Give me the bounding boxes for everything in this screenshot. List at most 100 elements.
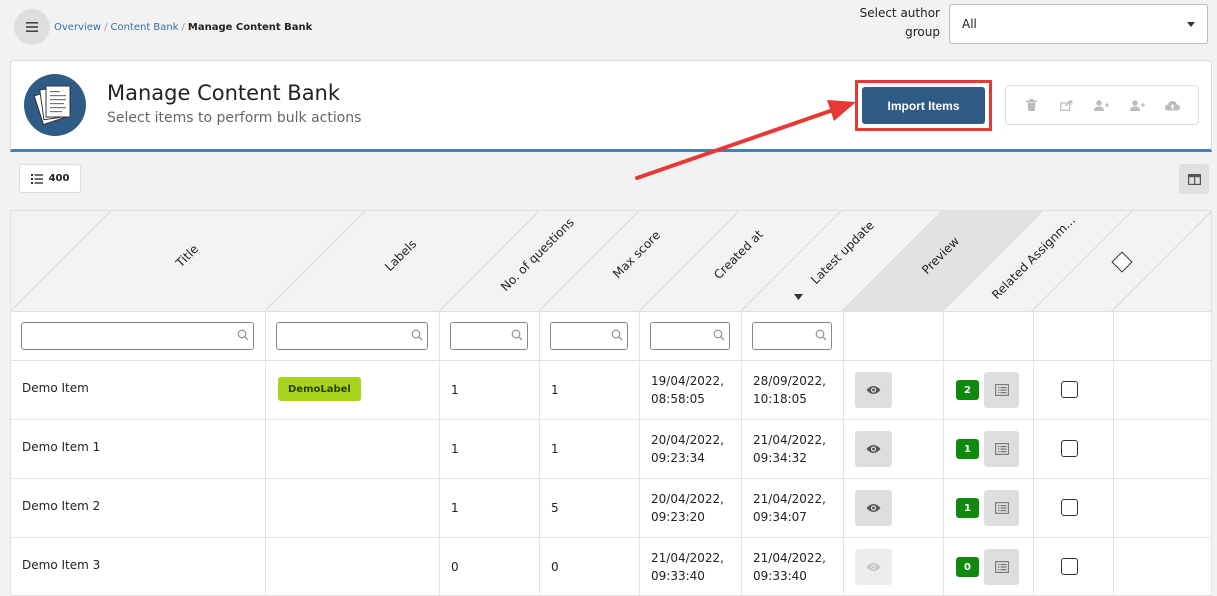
row-questions: 1 bbox=[451, 501, 459, 515]
column-divider bbox=[265, 311, 266, 595]
row-updated-date: 21/04/2022, bbox=[753, 492, 826, 506]
column-divider bbox=[1033, 311, 1034, 595]
page-header-card: Manage Content Bank Select items to perf… bbox=[10, 60, 1212, 152]
assignments-list-button[interactable] bbox=[984, 549, 1019, 585]
cloud-upload-icon[interactable] bbox=[1162, 95, 1182, 115]
row-title[interactable]: Demo Item 2 bbox=[22, 497, 100, 515]
page-title: Manage Content Bank bbox=[107, 81, 341, 105]
row-updated-date: 28/09/2022, bbox=[753, 374, 826, 388]
page-subtitle: Select items to perform bulk actions bbox=[107, 110, 362, 126]
menu-button[interactable] bbox=[14, 9, 50, 45]
item-count: 400 bbox=[48, 173, 70, 184]
row-updated-date: 21/04/2022, bbox=[753, 433, 826, 447]
latest-update-filter-input[interactable] bbox=[752, 322, 832, 350]
created-at-filter-input[interactable] bbox=[650, 322, 730, 350]
list-icon bbox=[30, 173, 43, 184]
search-icon bbox=[611, 329, 623, 341]
row-created-time: 09:23:20 bbox=[651, 510, 705, 524]
breadcrumb-separator: / bbox=[104, 22, 108, 33]
list-alt-icon bbox=[994, 561, 1009, 573]
breadcrumb-content-bank[interactable]: Content Bank bbox=[110, 22, 178, 33]
row-questions: 0 bbox=[451, 560, 459, 574]
row-created-date: 20/04/2022, bbox=[651, 492, 724, 506]
search-icon bbox=[237, 329, 249, 341]
share-icon[interactable] bbox=[1057, 95, 1077, 115]
hamburger-icon bbox=[26, 22, 38, 32]
eye-icon bbox=[866, 386, 881, 394]
table-row[interactable]: Demo Item DemoLabel 1 1 19/04/2022, 08:5… bbox=[11, 361, 1211, 420]
assignments-list-button[interactable] bbox=[984, 431, 1019, 467]
list-alt-icon bbox=[994, 502, 1009, 514]
row-select-checkbox[interactable] bbox=[1061, 558, 1078, 575]
assignment-count-badge[interactable]: 1 bbox=[956, 439, 979, 459]
row-updated-date: 21/04/2022, bbox=[753, 551, 826, 565]
column-divider bbox=[1113, 311, 1114, 595]
row-select-checkbox[interactable] bbox=[1061, 440, 1078, 457]
preview-button bbox=[855, 549, 892, 585]
eye-icon bbox=[866, 445, 881, 453]
row-title[interactable]: Demo Item 3 bbox=[22, 556, 100, 574]
bulk-action-group bbox=[1005, 85, 1199, 125]
table-row[interactable]: Demo Item 1 1 1 20/04/2022, 09:23:34 21/… bbox=[11, 420, 1211, 479]
row-title[interactable]: Demo Item 1 bbox=[22, 438, 100, 456]
table-row[interactable]: Demo Item 3 0 0 21/04/2022, 09:33:40 21/… bbox=[11, 538, 1211, 595]
column-divider bbox=[439, 311, 440, 595]
author-group-label: Select author group bbox=[859, 6, 940, 39]
import-items-button[interactable]: Import Items bbox=[862, 87, 985, 124]
row-select-checkbox[interactable] bbox=[1061, 499, 1078, 516]
column-divider bbox=[539, 311, 540, 595]
column-divider bbox=[741, 311, 742, 595]
content-bank-logo bbox=[24, 74, 86, 136]
list-alt-icon bbox=[994, 443, 1009, 455]
sort-desc-icon bbox=[794, 294, 803, 300]
breadcrumb-overview[interactable]: Overview bbox=[54, 22, 101, 33]
add-user-icon[interactable] bbox=[1127, 95, 1147, 115]
label-badge: DemoLabel bbox=[278, 377, 361, 401]
columns-icon bbox=[1187, 173, 1201, 185]
row-max-score: 0 bbox=[551, 560, 559, 574]
title-filter-input[interactable] bbox=[21, 322, 254, 350]
row-updated-time: 10:18:05 bbox=[753, 392, 807, 406]
row-created-date: 20/04/2022, bbox=[651, 433, 724, 447]
assignment-count-badge[interactable]: 2 bbox=[956, 380, 979, 400]
row-questions: 1 bbox=[451, 442, 459, 456]
column-divider bbox=[639, 311, 640, 595]
max-score-filter-input[interactable] bbox=[550, 322, 628, 350]
questions-filter-input[interactable] bbox=[450, 322, 528, 350]
column-divider bbox=[943, 311, 944, 595]
preview-button[interactable] bbox=[855, 431, 892, 467]
search-icon bbox=[713, 329, 725, 341]
author-group-value: All bbox=[962, 17, 977, 31]
trash-icon[interactable] bbox=[1022, 95, 1042, 115]
caret-down-icon bbox=[1187, 21, 1195, 27]
eye-icon bbox=[866, 563, 881, 571]
breadcrumb: Overview / Content Bank / Manage Content… bbox=[54, 22, 312, 33]
add-user-icon[interactable] bbox=[1092, 95, 1112, 115]
preview-button[interactable] bbox=[855, 372, 892, 408]
list-alt-icon bbox=[994, 384, 1009, 396]
table-row[interactable]: Demo Item 2 1 5 20/04/2022, 09:23:20 21/… bbox=[11, 479, 1211, 538]
search-icon bbox=[511, 329, 523, 341]
row-created-time: 09:23:34 bbox=[651, 451, 705, 465]
labels-filter-input[interactable] bbox=[276, 322, 428, 350]
assignments-list-button[interactable] bbox=[984, 372, 1019, 408]
column-toggle-button[interactable] bbox=[1179, 164, 1209, 194]
row-title[interactable]: Demo Item bbox=[22, 379, 89, 397]
row-created-date: 19/04/2022, bbox=[651, 374, 724, 388]
row-updated-time: 09:34:07 bbox=[753, 510, 807, 524]
assignment-count-badge[interactable]: 0 bbox=[956, 557, 979, 577]
assignment-count-badge[interactable]: 1 bbox=[956, 498, 979, 518]
page-size-button[interactable]: 400 bbox=[19, 164, 81, 193]
author-group-select[interactable]: All bbox=[949, 4, 1208, 44]
content-bank-table: Title Labels No. of questions Max score … bbox=[10, 210, 1212, 596]
assignments-list-button[interactable] bbox=[984, 490, 1019, 526]
row-updated-time: 09:34:32 bbox=[753, 451, 807, 465]
select-all-checkbox[interactable] bbox=[1110, 250, 1134, 274]
breadcrumb-current: Manage Content Bank bbox=[187, 22, 313, 33]
row-select-checkbox[interactable] bbox=[1061, 381, 1078, 398]
filter-row bbox=[11, 311, 1211, 361]
row-created-time: 08:58:05 bbox=[651, 392, 705, 406]
preview-button[interactable] bbox=[855, 490, 892, 526]
row-created-date: 21/04/2022, bbox=[651, 551, 724, 565]
column-divider bbox=[843, 311, 844, 595]
